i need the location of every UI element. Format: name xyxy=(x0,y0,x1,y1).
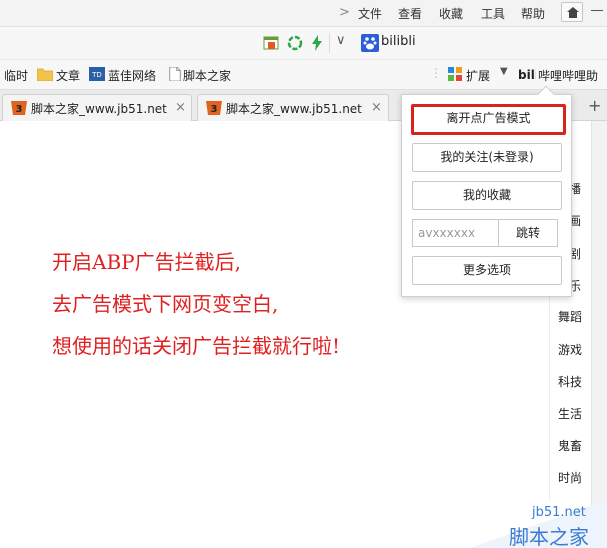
refresh-icon[interactable] xyxy=(287,35,303,51)
home-icon xyxy=(567,7,579,18)
extensions-button[interactable]: 扩展 xyxy=(466,67,490,84)
new-tab-button[interactable]: + xyxy=(588,96,601,115)
menu-help[interactable]: 帮助 xyxy=(521,5,545,22)
caret-down-icon[interactable]: ▼ xyxy=(500,66,508,77)
svg-text:bili: bili xyxy=(518,68,536,81)
divider xyxy=(329,33,330,53)
extensions-icon xyxy=(448,67,462,81)
jump-button[interactable]: 跳转 xyxy=(498,219,558,247)
category-item[interactable]: 科技 xyxy=(558,373,582,390)
leave-ad-mode-button[interactable]: 离开点广告模式 xyxy=(411,104,566,135)
tab-label: 脚本之家_www.jb51.net xyxy=(31,102,167,116)
overflow-dots: ⋮ xyxy=(430,66,442,80)
category-item[interactable]: 鬼畜 xyxy=(558,437,582,454)
category-item[interactable]: 舞蹈 xyxy=(558,308,582,325)
svg-text:3: 3 xyxy=(16,104,23,115)
svg-text:TD: TD xyxy=(91,71,102,79)
menu-tools[interactable]: 工具 xyxy=(481,5,505,22)
menu-file[interactable]: 文件 xyxy=(358,5,382,22)
tab-jb51-1[interactable]: 3 脚本之家_www.jb51.net × xyxy=(2,94,192,121)
tab-close-icon[interactable]: × xyxy=(371,100,382,115)
svg-text:3: 3 xyxy=(211,104,218,115)
jb51-favicon-icon: 3 xyxy=(11,101,27,115)
tab-jb51-2[interactable]: 3 脚本之家_www.jb51.net × xyxy=(197,94,389,121)
search-input[interactable]: bilibli xyxy=(381,34,416,49)
content-line-1: 开启ABP广告拦截后, xyxy=(52,250,241,274)
site-icon: TD xyxy=(89,67,105,81)
av-number-input[interactable]: avxxxxxx xyxy=(412,219,498,247)
baidu-icon[interactable] xyxy=(361,34,379,52)
bookmark-temp[interactable]: 临时 xyxy=(4,67,28,84)
bookmark-jb51[interactable]: 脚本之家 xyxy=(183,67,231,84)
content-line-2: 去广告模式下网页变空白, xyxy=(52,292,279,316)
chevron-down-icon[interactable]: ∨ xyxy=(336,33,346,48)
scrollbar[interactable] xyxy=(591,121,607,548)
my-favorites-button[interactable]: 我的收藏 xyxy=(412,181,562,210)
watermark-url: jb51.net xyxy=(532,505,586,520)
tab-close-icon[interactable]: × xyxy=(175,100,186,115)
menu-favorites[interactable]: 收藏 xyxy=(439,5,463,22)
menu-view[interactable]: 查看 xyxy=(398,5,422,22)
folder-icon xyxy=(37,68,53,81)
watermark-logo-text: 脚本之家 xyxy=(509,525,589,548)
category-item[interactable]: 生活 xyxy=(558,405,582,422)
bookmark-lanjia[interactable]: 蓝佳网络 xyxy=(108,67,156,84)
reader-icon[interactable] xyxy=(263,35,279,51)
minimize-button[interactable] xyxy=(591,10,603,11)
category-item[interactable]: 时尚 xyxy=(558,469,582,486)
lightning-icon[interactable] xyxy=(309,35,325,51)
content-line-3: 想使用的话关闭广告拦截就行啦! xyxy=(52,334,341,358)
bookmarks-bar: 临时 文章 TD 蓝佳网络 脚本之家 ⋮ 扩展 ▼ bili 哔哩哔哩助 xyxy=(0,60,607,90)
chevron-right-icon[interactable]: > xyxy=(339,5,350,20)
home-button[interactable] xyxy=(561,2,583,22)
menu-bar: > 文件 查看 收藏 工具 帮助 xyxy=(0,0,607,27)
more-options-button[interactable]: 更多选项 xyxy=(412,256,562,285)
bookmark-articles[interactable]: 文章 xyxy=(56,67,80,84)
jb51-favicon-icon: 3 xyxy=(206,101,222,115)
address-row: ∨ bilibli xyxy=(0,27,607,60)
page-icon xyxy=(169,67,181,81)
bilibili-helper-button[interactable]: 哔哩哔哩助 xyxy=(538,67,598,84)
bilibili-icon: bili xyxy=(518,68,536,81)
my-follows-button[interactable]: 我的关注(未登录) xyxy=(412,143,562,172)
category-item[interactable]: 游戏 xyxy=(558,341,582,358)
tab-label: 脚本之家_www.jb51.net xyxy=(226,102,362,116)
